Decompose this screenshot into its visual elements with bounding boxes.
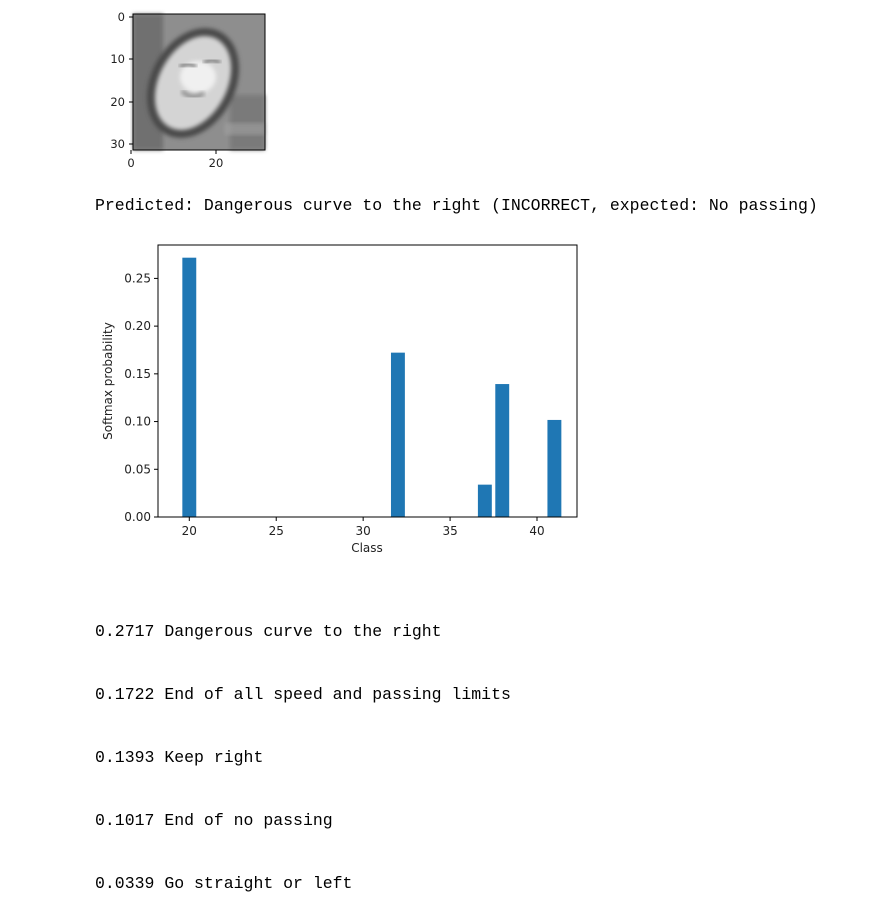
input-image <box>133 14 265 150</box>
image-y-tick-label: 20 <box>110 95 125 109</box>
bar-class-32 <box>390 352 405 517</box>
result-prob: 0.2717 <box>95 622 155 641</box>
image-x-tick-label: 20 <box>209 156 224 170</box>
x-axis-label: Class <box>351 541 383 555</box>
x-tick-label: 25 <box>269 524 284 538</box>
y-tick-label: 0.25 <box>124 271 151 285</box>
x-tick-label: 20 <box>182 524 197 538</box>
result-row: 0.1017 End of no passing <box>95 810 511 831</box>
bar-class-37 <box>477 484 492 517</box>
x-tick-label: 35 <box>442 524 457 538</box>
image-y-tick-label: 10 <box>110 52 125 66</box>
result-row: 0.1393 Keep right <box>95 747 511 768</box>
softmax-bar-chart: 20 25 30 35 40 0.00 0.05 0.10 0.15 0.20 0.25 Clas… <box>101 244 578 555</box>
x-tick-label: 30 <box>356 524 371 538</box>
result-prob: 0.1722 <box>95 685 155 704</box>
y-axis: 0.00 0.05 0.10 0.15 0.20 0.25 <box>124 271 158 524</box>
result-prob: 0.1393 <box>95 748 155 767</box>
bar-class-38 <box>495 384 510 517</box>
y-tick-label: 0.10 <box>124 415 151 429</box>
result-label: Dangerous curve to the right <box>164 622 442 641</box>
plot-frame <box>157 244 578 518</box>
image-x-tick-label: 0 <box>127 156 134 170</box>
prediction-text: Predicted: Dangerous curve to the right … <box>95 196 818 215</box>
x-tick-label: 40 <box>529 524 544 538</box>
result-label: Keep right <box>164 748 264 767</box>
result-prob: 0.0339 <box>95 874 155 893</box>
bars-group <box>182 257 562 517</box>
y-tick-label: 0.20 <box>124 319 151 333</box>
image-x-axis: 0 20 <box>127 150 223 170</box>
bar-class-20 <box>182 257 197 517</box>
input-image-figure: 0 10 20 30 0 20 <box>110 10 266 170</box>
image-y-tick-label: 30 <box>110 137 125 151</box>
bar-class-41 <box>547 419 562 517</box>
result-row: 0.1722 End of all speed and passing limi… <box>95 684 511 705</box>
results-list: 0.2717 Dangerous curve to the right 0.17… <box>95 579 511 915</box>
y-axis-label: Softmax probability <box>101 322 115 440</box>
result-row: 0.0339 Go straight or left <box>95 873 511 894</box>
x-axis: 20 25 30 35 40 <box>182 517 545 538</box>
result-label: Go straight or left <box>164 874 353 893</box>
image-y-axis: 0 10 20 30 <box>110 10 133 151</box>
y-tick-label: 0.15 <box>124 367 151 381</box>
y-tick-label: 0.05 <box>124 462 151 476</box>
result-row: 0.2717 Dangerous curve to the right <box>95 621 511 642</box>
result-label: End of no passing <box>164 811 333 830</box>
result-prob: 0.1017 <box>95 811 155 830</box>
y-tick-label: 0.00 <box>124 510 151 524</box>
image-y-tick-label: 0 <box>118 10 125 24</box>
result-label: End of all speed and passing limits <box>164 685 511 704</box>
